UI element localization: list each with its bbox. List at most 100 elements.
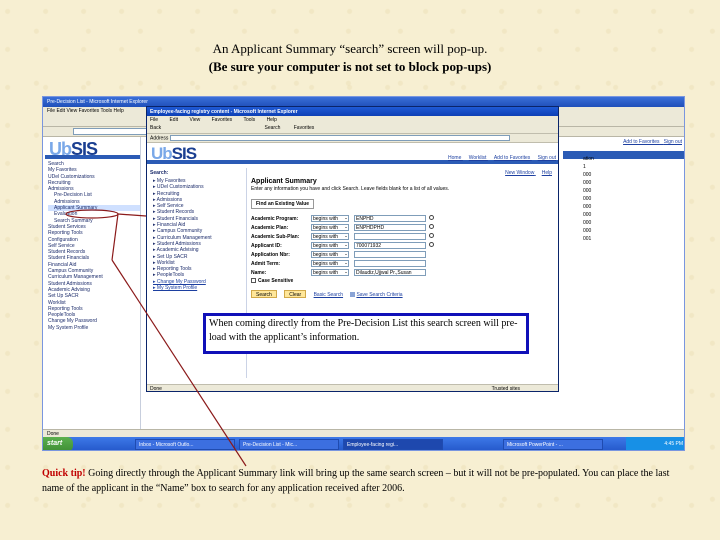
- slide-heading: An Applicant Summary “search” screen wil…: [0, 40, 700, 76]
- outer-grid-cell: 000: [583, 212, 592, 218]
- popup-title-bar: Employee-facing registry content - Micro…: [147, 107, 558, 116]
- popup-nav-links: Home Worklist Add to Favorites Sign out: [442, 155, 556, 161]
- outer-grid-cell: 000: [583, 172, 592, 178]
- popup-toolbar: Back Search Favorites: [147, 123, 558, 134]
- save-search-criteria-link[interactable]: Save Search Criteria: [356, 292, 402, 298]
- outer-grid-cell: 000: [583, 228, 592, 234]
- search-instructions: Enter any information you have and click…: [251, 186, 450, 192]
- operator-select[interactable]: begins with: [311, 215, 349, 222]
- operator-select[interactable]: begins with: [311, 251, 349, 258]
- popup-search-button[interactable]: Search: [265, 125, 281, 131]
- popup-worklist-link[interactable]: Worklist: [469, 155, 487, 161]
- popup-sign-out-link[interactable]: Sign out: [538, 155, 556, 161]
- field-label: Name:: [251, 270, 267, 276]
- system-tray-clock: 4:45 PM: [626, 437, 684, 450]
- field-label: Applicant ID:: [251, 243, 282, 249]
- outer-menu-tree[interactable]: Search My Favorites UDel Customizations Rec…: [45, 159, 140, 331]
- popup-back-button[interactable]: Back: [150, 125, 161, 131]
- taskbar-item-registry[interactable]: Employee-facing regi...: [343, 439, 443, 450]
- popup-zone-text: Trusted sites: [491, 386, 520, 392]
- popup-menu-favorites[interactable]: Favorites: [212, 117, 233, 123]
- search-button-row: Search Clear Basic Search Save Search Cr…: [251, 290, 556, 298]
- new-window-link[interactable]: New Window: [505, 170, 534, 176]
- popup-home-link[interactable]: Home: [448, 155, 461, 161]
- operator-select[interactable]: begins with: [311, 269, 349, 276]
- popup-favorites-button[interactable]: Favorites: [294, 125, 315, 131]
- popup-header: UbSIS Home Worklist Add to Favorites Sig…: [147, 144, 558, 164]
- help-link[interactable]: Help: [542, 170, 552, 176]
- search-field-row: Academic Plan: begins with ENPHDPHD: [251, 223, 556, 232]
- popup-address-input[interactable]: [169, 135, 510, 141]
- outer-grid-cell: 000: [583, 180, 592, 186]
- outer-grid-cell: 000: [583, 188, 592, 194]
- field-value-input[interactable]: [354, 260, 426, 267]
- popup-address-bar: Address: [147, 134, 558, 143]
- search-fields: Academic Program: begins with ENPHD Academi…: [251, 214, 556, 277]
- popup-menu-view[interactable]: View: [189, 117, 200, 123]
- field-value-input[interactable]: Dilaudiz,Ujjwal Pr.,Susan: [354, 269, 426, 276]
- heading-line-2: (Be sure your computer is not set to blo…: [208, 59, 492, 74]
- lookup-icon[interactable]: [429, 233, 434, 238]
- search-button[interactable]: Search: [251, 290, 277, 298]
- popup-add-favorites-link[interactable]: Add to Favorites: [494, 155, 530, 161]
- search-field-row: Admit Term: begins with: [251, 259, 556, 268]
- quick-tip: Quick tip! Going directly through the Ap…: [42, 466, 682, 496]
- field-label: Admit Term:: [251, 261, 281, 267]
- outer-status-bar: Done: [43, 429, 684, 437]
- field-label: Academic Program:: [251, 216, 299, 222]
- popup-logo: UbSIS: [151, 144, 197, 163]
- taskbar-item-pre-decision[interactable]: Pre-Decision List - Mic...: [239, 439, 339, 450]
- outer-sidebar: UbSIS Search My Favorites UDel Customizati…: [45, 137, 141, 429]
- outer-grid-cell: 001: [583, 236, 592, 242]
- outer-grid-column: ation 1 000 000 000 000 000 000 000 000 001: [583, 155, 594, 243]
- popup-menu-item[interactable]: ▸ My System Profile: [153, 285, 246, 291]
- operator-select[interactable]: begins with: [311, 224, 349, 231]
- popup-status-text: Done: [150, 386, 162, 392]
- quick-tip-label: Quick tip!: [42, 468, 86, 479]
- start-button[interactable]: start: [43, 437, 73, 450]
- field-label: Application Nbr:: [251, 252, 290, 258]
- popup-menu-bar: File Edit View Favorites Tools Help: [147, 116, 558, 123]
- popup-menu-help[interactable]: Help: [267, 117, 277, 123]
- operator-select[interactable]: begins with: [311, 242, 349, 249]
- popup-address-label: Address: [150, 135, 169, 142]
- lookup-icon[interactable]: [429, 215, 434, 220]
- search-field-row: Academic Sub-Plan: begins with: [251, 232, 556, 241]
- search-field-row: Academic Program: begins with ENPHD: [251, 214, 556, 223]
- popup-menu-list[interactable]: ▸ My Favorites ▸ UDel Customizations ▸ Rec…: [147, 178, 246, 291]
- popup-menu-file[interactable]: File: [150, 117, 158, 123]
- outer-grid-cell: ation: [583, 156, 594, 162]
- search-field-row: Application Nbr: begins with: [251, 250, 556, 259]
- basic-search-link[interactable]: Basic Search: [314, 292, 343, 298]
- field-value-input[interactable]: [354, 233, 426, 240]
- field-value-input[interactable]: ENPHDPHD: [354, 224, 426, 231]
- clear-button[interactable]: Clear: [284, 290, 307, 298]
- field-value-input[interactable]: 700071932: [354, 242, 426, 249]
- outer-grid-cell: 1: [583, 164, 586, 170]
- popup-status-bar: Done Trusted sites: [147, 384, 558, 392]
- outer-sign-out-link[interactable]: Sign out: [664, 139, 682, 145]
- find-existing-value-tab[interactable]: Find an Existing Value: [251, 199, 315, 209]
- operator-select[interactable]: begins with: [311, 260, 349, 267]
- popup-menu-tools[interactable]: Tools: [243, 117, 255, 123]
- outer-tree-item[interactable]: My System Profile: [48, 325, 140, 331]
- heading-line-1: An Applicant Summary “search” screen wil…: [212, 41, 488, 56]
- field-label: Academic Sub-Plan:: [251, 234, 300, 240]
- lookup-icon[interactable]: [429, 242, 434, 247]
- outer-grid-cell: 000: [583, 220, 592, 226]
- field-value-input[interactable]: ENPHD: [354, 215, 426, 222]
- case-sensitive-checkbox[interactable]: [251, 278, 256, 284]
- lookup-icon[interactable]: [429, 224, 434, 229]
- outer-add-favorites-link[interactable]: Add to Favorites: [623, 139, 659, 145]
- case-sensitive-option[interactable]: Case Sensitive: [251, 278, 556, 284]
- outer-grid-cell: 000: [583, 204, 592, 210]
- outer-blue-bar: [563, 151, 684, 159]
- outer-grid-cell: 000: [583, 196, 592, 202]
- operator-select[interactable]: begins with: [311, 233, 349, 240]
- taskbar-item-powerpoint[interactable]: Microsoft PowerPoint - ...: [503, 439, 603, 450]
- field-value-input[interactable]: [354, 251, 426, 258]
- taskbar-item-outlook[interactable]: Inbox - Microsoft Outlo...: [135, 439, 235, 450]
- popup-menu-edit[interactable]: Edit: [169, 117, 178, 123]
- quick-tip-text: Going directly through the Applicant Sum…: [42, 468, 670, 494]
- popup-main-links: New Window Help: [499, 170, 552, 176]
